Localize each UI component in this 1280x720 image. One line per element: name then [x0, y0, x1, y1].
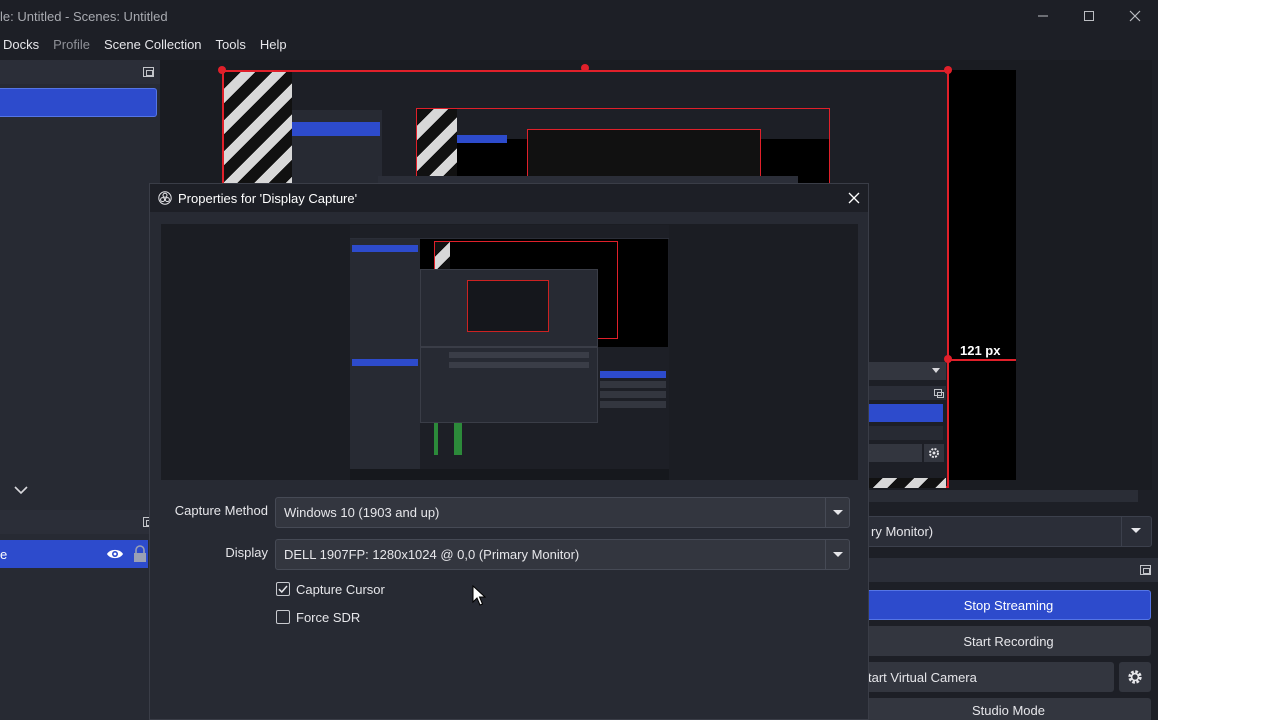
maximize-icon[interactable]: [1066, 0, 1112, 32]
close-icon[interactable]: [1112, 0, 1158, 32]
chevron-down-icon[interactable]: [825, 498, 849, 527]
gear-icon: [1128, 670, 1142, 684]
studio-mode-button[interactable]: Studio Mode: [866, 698, 1151, 720]
transform-handle[interactable]: [944, 66, 952, 74]
mini-button: [600, 381, 666, 388]
mini-properties: [420, 347, 598, 423]
float-dock-icon[interactable]: [934, 389, 944, 398]
gear-icon[interactable]: [924, 444, 944, 462]
mini-controls: [598, 347, 669, 480]
capture-method-select[interactable]: Windows 10 (1903 and up): [275, 497, 850, 528]
close-icon[interactable]: [846, 190, 862, 206]
force-sdr-checkbox[interactable]: [276, 610, 290, 624]
menu-scene-collection[interactable]: Scene Collection: [97, 32, 209, 58]
list-item[interactable]: [866, 444, 922, 462]
display-select-behind[interactable]: ry Monitor): [860, 516, 1152, 547]
nested-scene-item: [292, 122, 380, 136]
stop-streaming-button[interactable]: Stop Streaming: [866, 590, 1151, 620]
crop-distance-label: 121 px: [960, 343, 1001, 358]
list-item-selected[interactable]: [866, 404, 943, 422]
mini-stop-streaming: [600, 371, 666, 378]
list-item[interactable]: [866, 426, 943, 440]
sources-dock-header: [0, 510, 160, 534]
scenes-dock: [0, 60, 160, 510]
mini-audio-meter: [434, 423, 438, 455]
nested-title-bar: [292, 72, 947, 94]
crop-distance-line: [948, 359, 1016, 361]
mini-button: [600, 391, 666, 398]
display-select[interactable]: DELL 1907FP: 1280x1024 @ 0,0 (Primary Mo…: [275, 539, 850, 570]
chevron-down-icon[interactable]: [825, 540, 849, 569]
sources-dock: e: [0, 510, 160, 720]
mini-audio-meter: [454, 423, 462, 455]
lock-icon[interactable]: [132, 545, 148, 563]
title-bar: le: Untitled - Scenes: Untitled: [0, 0, 1158, 32]
capture-cursor-checkbox[interactable]: [276, 582, 290, 596]
mini-dialog-preview: [467, 280, 549, 332]
capture-method-label: Capture Method: [174, 503, 268, 518]
menu-profile[interactable]: Profile: [46, 32, 97, 58]
stripe-pattern: [866, 478, 946, 488]
dialog-title-bar: Properties for 'Display Capture': [150, 184, 868, 212]
minimize-icon[interactable]: [1020, 0, 1066, 32]
mouse-pointer-icon: [472, 585, 486, 606]
display-value: DELL 1907FP: 1280x1024 @ 0,0 (Primary Mo…: [284, 547, 580, 562]
mini-source-item: [352, 359, 418, 366]
dialog-title: Properties for 'Display Capture': [178, 191, 358, 206]
float-dock-icon[interactable]: [143, 67, 154, 77]
force-sdr-label[interactable]: Force SDR: [296, 610, 360, 625]
window-title: le: Untitled - Scenes: Untitled: [0, 9, 168, 24]
display-label: Display: [225, 545, 268, 560]
mini-combo: [449, 362, 589, 368]
transform-handle[interactable]: [581, 64, 589, 72]
source-list-item[interactable]: e: [0, 540, 148, 568]
mini-menu-bar: [350, 225, 669, 239]
virtual-camera-settings-button[interactable]: [1119, 662, 1151, 692]
properties-dialog: Properties for 'Display Capture' Capture…: [149, 183, 869, 720]
nested-scene-item: [457, 135, 507, 143]
eye-icon[interactable]: [106, 545, 124, 563]
menu-bar: Docks Profile Scene Collection Tools Hel…: [0, 32, 294, 58]
mini-preview: [420, 239, 668, 347]
display-select-text: ry Monitor): [871, 524, 934, 539]
mini-combo: [449, 352, 589, 358]
chevron-down-icon[interactable]: [14, 482, 28, 500]
scene-list-item-selected[interactable]: [0, 88, 157, 117]
menu-help[interactable]: Help: [253, 32, 294, 58]
mini-status-bar: [350, 469, 669, 480]
controls-dock-header: [866, 558, 1158, 582]
dock-header: [866, 386, 946, 400]
float-dock-icon[interactable]: [1140, 565, 1151, 575]
source-name: e: [0, 547, 8, 562]
mini-audio-mixer: [420, 423, 598, 469]
source-preview: [161, 224, 858, 480]
source-preview-image: [350, 225, 669, 480]
capture-cursor-label[interactable]: Capture Cursor: [296, 582, 385, 597]
audio-mixer-row: [866, 362, 946, 380]
mini-button: [600, 401, 666, 408]
start-recording-button[interactable]: Start Recording: [866, 626, 1151, 656]
capture-method-value: Windows 10 (1903 and up): [284, 505, 440, 520]
mini-scene-item: [352, 245, 418, 252]
menu-tools[interactable]: Tools: [209, 32, 253, 58]
obs-logo-icon: [158, 191, 172, 205]
mini-dialog: [420, 269, 598, 347]
start-virtual-camera-button[interactable]: tart Virtual Camera: [866, 662, 1114, 692]
menu-docks[interactable]: Docks: [0, 32, 46, 58]
transform-handle[interactable]: [218, 66, 226, 74]
chevron-down-icon[interactable]: [1121, 517, 1151, 546]
scenes-dock-header: [0, 60, 160, 84]
checkmark-icon: [278, 585, 288, 594]
